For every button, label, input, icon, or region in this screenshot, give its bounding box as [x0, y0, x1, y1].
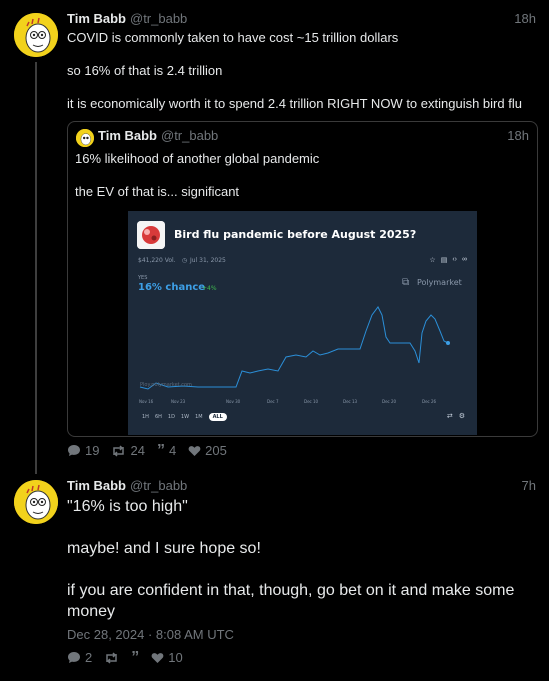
- post-text-line: so 16% of that is 2.4 trillion: [67, 63, 223, 78]
- post-text-line: maybe! and I sure hope so!: [67, 540, 261, 557]
- range-selector: 1H 6H 1D 1W 1M ALL: [142, 413, 227, 421]
- post-1: Tim Babb @tr_babb 18h COVID is commonly …: [67, 11, 536, 111]
- avatar[interactable]: [14, 13, 58, 57]
- settings-icon: ⚙: [458, 413, 465, 420]
- post-2-stats: 2 ” 10: [67, 648, 183, 666]
- author-name[interactable]: Tim Babb: [67, 11, 126, 27]
- x-tick: Dec 10: [304, 399, 319, 404]
- chart-control-icons: ⇄ ⚙: [447, 412, 465, 420]
- author-handle[interactable]: @tr_babb: [130, 478, 187, 494]
- post-2: Tim Babb @tr_babb 7h "16% is too high" m…: [67, 478, 536, 642]
- polymarket-embed-image[interactable]: Bird flu pandemic before August 2025? $4…: [128, 211, 477, 435]
- like-button[interactable]: 10: [151, 650, 183, 665]
- repost-icon: [113, 444, 125, 457]
- x-tick: Dec 7: [267, 399, 279, 404]
- thread-line: [35, 62, 37, 474]
- range-1m[interactable]: 1M: [195, 414, 203, 420]
- reply-button[interactable]: 2: [67, 650, 92, 665]
- like-count: 10: [168, 650, 183, 665]
- x-tick: Dec 26: [422, 399, 437, 404]
- range-1w[interactable]: 1W: [181, 414, 189, 420]
- comment-icon: [68, 652, 80, 663]
- quote-time: 18h: [507, 128, 529, 143]
- repost-count: 24: [130, 443, 145, 458]
- post-text-line: "16% is too high": [67, 498, 188, 515]
- quote-icon: ”: [156, 441, 165, 459]
- range-1d[interactable]: 1D: [168, 414, 175, 420]
- range-1h[interactable]: 1H: [142, 414, 149, 420]
- reply-count: 19: [85, 443, 100, 458]
- repost-button[interactable]: [104, 651, 119, 664]
- quote-avatar: [76, 129, 94, 147]
- quoted-post[interactable]: Tim Babb @tr_babb 18h 16% likelihood of …: [67, 121, 538, 437]
- post-timestamp[interactable]: Dec 28, 2024 · 8:08 AM UTC: [67, 627, 234, 642]
- current-price-dot: [446, 341, 450, 345]
- repost-button[interactable]: 24: [111, 443, 145, 458]
- quote-count: 4: [168, 443, 177, 458]
- quote-icon: ”: [131, 648, 140, 666]
- heart-icon: [151, 652, 164, 663]
- author-handle[interactable]: @tr_babb: [130, 11, 187, 27]
- reply-button[interactable]: 19: [67, 443, 99, 458]
- x-tick: Dec 20: [382, 399, 397, 404]
- quote-text-line: 16% likelihood of another global pandemi…: [75, 151, 320, 166]
- chart-watermark: Ploy.polymarket.com: [140, 382, 192, 388]
- quote-button[interactable]: ”: [131, 648, 140, 666]
- quote-author-name: Tim Babb: [98, 128, 157, 143]
- quote-button[interactable]: ” 4: [156, 441, 177, 459]
- post-time[interactable]: 7h: [522, 478, 536, 494]
- quote-text-line: the EV of that is... significant: [75, 184, 240, 199]
- x-tick: Dec 13: [343, 399, 358, 404]
- like-count: 205: [205, 443, 227, 458]
- avatar[interactable]: [14, 480, 58, 524]
- post-text-line: if you are confident in that, though, go…: [67, 582, 515, 620]
- repost-icon: [106, 651, 117, 664]
- price-line: [139, 306, 449, 390]
- post-1-stats: 19 24 ” 4 205: [67, 441, 227, 459]
- like-button[interactable]: 205: [188, 443, 227, 458]
- quote-author-handle: @tr_babb: [161, 128, 219, 143]
- range-6h[interactable]: 6H: [155, 414, 162, 420]
- heart-icon: [188, 445, 201, 456]
- range-all[interactable]: ALL: [208, 413, 227, 421]
- x-tick: Nov 16: [139, 399, 154, 404]
- post-text-line: COVID is commonly taken to have cost ~15…: [67, 30, 399, 45]
- post-time[interactable]: 18h: [514, 11, 536, 27]
- author-name[interactable]: Tim Babb: [67, 478, 126, 494]
- x-tick: Nov 30: [226, 399, 241, 404]
- comment-icon: [68, 445, 80, 456]
- reply-count: 2: [85, 650, 93, 665]
- post-text-line: it is economically worth it to spend 2.4…: [67, 96, 522, 111]
- swap-icon: ⇄: [446, 413, 453, 420]
- x-tick: Nov 23: [171, 399, 186, 404]
